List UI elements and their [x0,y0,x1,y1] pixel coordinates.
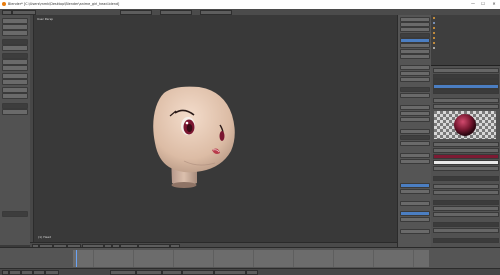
display-field[interactable] [400,111,430,116]
shading-field[interactable] [433,190,499,195]
display-field[interactable] [400,105,430,110]
specular-color-swatch[interactable] [433,160,499,165]
view-field[interactable] [400,71,430,76]
shading-field[interactable] [433,184,499,189]
view-field[interactable] [400,65,430,70]
background-field[interactable] [400,217,430,222]
outliner-row[interactable] [433,27,497,30]
tool-shelf [0,15,31,245]
material-slot[interactable] [433,89,499,94]
left-eye-highlight [185,121,189,125]
background-field[interactable] [400,201,430,206]
background-field[interactable] [400,189,430,194]
operator-panel-toggle[interactable] [2,211,28,217]
shading-field[interactable] [400,141,430,146]
end-frame-field[interactable] [136,270,162,275]
close-button[interactable]: ✕ [489,1,499,7]
frame-menu[interactable] [33,270,45,275]
options-field[interactable] [433,238,499,243]
outliner-row[interactable] [433,42,497,45]
head-model[interactable] [153,86,235,188]
marker-menu[interactable] [21,270,33,275]
outliner-row[interactable] [433,22,497,25]
left-pupil [186,124,193,132]
start-frame-field[interactable] [110,270,136,275]
object-name-label: (1) Head [38,235,52,239]
tool-button[interactable] [2,30,28,36]
outliner [431,15,500,66]
properties-tabs[interactable] [433,68,499,73]
transparency-field[interactable] [433,206,499,211]
preview-type-buttons[interactable] [433,142,499,147]
sync-selector[interactable] [214,270,246,275]
view-field[interactable] [400,87,430,92]
keying-button[interactable] [246,270,258,275]
material-name-field[interactable] [433,98,499,103]
diffuse-color-swatch[interactable] [433,154,499,159]
maximize-button[interactable]: ☐ [478,1,488,7]
transform-field[interactable] [400,54,430,59]
mirror-field[interactable] [433,222,499,227]
shading-field[interactable] [433,176,499,181]
transparency-field[interactable] [433,200,499,205]
outliner-row[interactable] [433,37,497,40]
transparency-field[interactable] [433,212,499,217]
outliner-row[interactable] [433,32,497,35]
window-title: Blender* [C:\Users\mmk\Desktop\Blender\a… [8,2,120,6]
playhead-cursor[interactable] [76,250,77,267]
background-field[interactable] [400,183,430,188]
tool-button[interactable] [2,93,28,99]
diffuse-field[interactable] [433,148,499,153]
viewport-canvas [153,86,235,188]
timeline-ruler[interactable] [73,250,429,267]
tool-button[interactable] [2,109,28,115]
current-frame-field[interactable] [162,270,182,275]
transform-field[interactable] [400,43,430,48]
motion-field[interactable] [400,153,430,158]
shading-field[interactable] [400,135,430,140]
transform-field[interactable] [400,27,430,32]
view-field[interactable] [400,93,430,98]
tool-button[interactable] [2,79,28,85]
material-ball [454,114,476,136]
right-iris [219,131,225,141]
editor-type-button[interactable] [2,270,9,275]
background-field[interactable] [400,229,430,234]
timeline-editor[interactable] [0,247,500,275]
display-field[interactable] [400,117,430,122]
minimize-button[interactable]: — [468,1,478,7]
playback-controls[interactable] [182,270,214,275]
shading-field[interactable] [400,129,430,134]
outliner-row[interactable] [433,17,497,20]
blender-logo-icon [2,2,6,6]
3d-viewport[interactable]: User Persp (1) Head [34,15,397,242]
properties-sidebar [397,15,431,247]
playback-menu[interactable] [45,270,59,275]
outliner-row[interactable] [433,47,497,50]
tool-button[interactable] [2,45,28,51]
neck-opening [171,182,197,188]
material-preview [434,111,496,139]
motion-field[interactable] [400,159,430,164]
tool-button[interactable] [2,65,28,71]
mirror-field[interactable] [433,228,499,233]
view-field[interactable] [400,77,430,82]
view-menu[interactable] [9,270,21,275]
background-field[interactable] [400,211,430,216]
properties-editor [431,66,500,247]
material-type-tabs[interactable] [433,104,499,109]
intensity-field[interactable] [433,166,499,171]
